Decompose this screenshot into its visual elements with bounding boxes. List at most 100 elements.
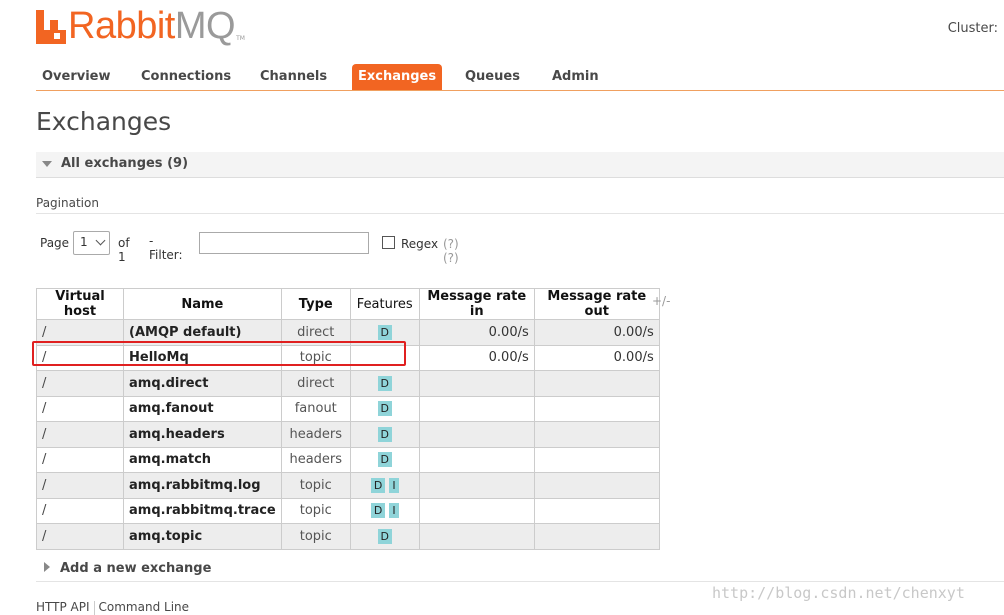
cell-virtual-host: /	[36, 472, 124, 499]
filter-input[interactable]	[199, 232, 369, 254]
cell-features: D	[349, 421, 420, 448]
cell-rate-out: 0.00/s	[533, 344, 660, 371]
cell-virtual-host: /	[36, 370, 124, 397]
cell-features: D	[349, 370, 420, 397]
table-row: / amq.headers headers D	[36, 421, 660, 448]
logo-text: RabbitMQ	[68, 5, 236, 47]
column-toggle[interactable]: +/-	[652, 294, 670, 308]
footer-link-http-api[interactable]: HTTP API	[36, 600, 90, 614]
exchange-name-link[interactable]: amq.rabbitmq.log	[123, 472, 282, 499]
tab-admin[interactable]: Admin	[552, 64, 599, 90]
cell-features: D	[349, 523, 420, 550]
table-row: / amq.topic topic D	[36, 523, 660, 550]
cell-rate-in	[418, 395, 535, 422]
cell-features: D	[349, 446, 420, 473]
col-type[interactable]: Type	[280, 288, 351, 320]
footer-link-command-line[interactable]: Command Line	[99, 600, 190, 614]
cell-rate-out: 0.00/s	[533, 319, 660, 346]
exchange-name-link[interactable]: amq.match	[123, 446, 282, 473]
col-rate-out[interactable]: Message rate out	[533, 288, 660, 320]
feature-badge: D	[370, 477, 386, 493]
feature-badge: D	[377, 375, 392, 391]
cell-rate-out	[533, 523, 660, 550]
cell-type: topic	[280, 497, 351, 524]
regex-checkbox[interactable]	[382, 236, 395, 249]
feature-badge: D	[370, 503, 386, 519]
col-name[interactable]: Name	[123, 288, 282, 320]
tab-queues[interactable]: Queues	[465, 64, 520, 90]
expand-triangle-icon	[44, 562, 50, 572]
cell-type: direct	[280, 370, 351, 397]
filter-label: - Filter:	[149, 234, 183, 262]
cell-type: fanout	[280, 395, 351, 422]
collapse-triangle-icon	[42, 161, 52, 167]
watermark: http://blog.csdn.net/chenxyt	[712, 584, 965, 602]
feature-badge: I	[389, 477, 399, 493]
cell-rate-in	[418, 446, 535, 473]
cell-rate-in	[418, 497, 535, 524]
tab-exchanges[interactable]: Exchanges	[352, 64, 443, 90]
feature-badge: D	[377, 426, 392, 442]
logo-trademark: TM	[236, 35, 245, 42]
exchange-name-link[interactable]: amq.fanout	[123, 395, 282, 422]
cell-rate-in: 0.00/s	[418, 319, 535, 346]
page-title: Exchanges	[36, 107, 172, 136]
col-features: Features	[349, 288, 420, 320]
tab-overview[interactable]: Overview	[42, 64, 111, 90]
table-row: / amq.rabbitmq.trace topic D I	[36, 497, 660, 524]
regex-label: Regex	[401, 237, 439, 251]
cell-type: topic	[280, 472, 351, 499]
add-exchange-toggle[interactable]: Add a new exchange	[44, 561, 211, 576]
tab-channels[interactable]: Channels	[260, 64, 327, 90]
cell-virtual-host: /	[36, 523, 124, 550]
main-nav: Overview Connections Channels Exchanges …	[36, 64, 1004, 91]
cell-rate-out	[533, 395, 660, 422]
rabbitmq-logo-icon	[36, 10, 66, 44]
page-select[interactable]: 1	[73, 231, 110, 255]
exchange-name-link[interactable]: amq.rabbitmq.trace	[123, 497, 282, 524]
cell-rate-in: 0.00/s	[418, 344, 535, 371]
table-row: / amq.fanout fanout D	[36, 395, 660, 422]
cell-rate-out	[533, 497, 660, 524]
rabbitmq-logo[interactable]: RabbitMQ TM	[36, 4, 245, 47]
cell-rate-in	[418, 472, 535, 499]
cell-type: headers	[280, 421, 351, 448]
table-row: / amq.direct direct D	[36, 370, 660, 397]
tab-connections[interactable]: Connections	[141, 64, 231, 90]
pagination-title: Pagination	[36, 196, 99, 210]
cell-rate-in	[418, 370, 535, 397]
cell-features: D	[349, 395, 420, 422]
page-label: Page	[40, 236, 70, 250]
footer: HTTP API Command Line	[36, 600, 189, 615]
section-title: All exchanges (9)	[61, 156, 189, 171]
table-row: / amq.rabbitmq.log topic D I	[36, 472, 660, 499]
exchange-name-link[interactable]: amq.topic	[123, 523, 282, 550]
feature-badge: D	[377, 452, 392, 468]
cell-rate-in	[418, 523, 535, 550]
cell-rate-in	[418, 421, 535, 448]
all-exchanges-section-toggle[interactable]: All exchanges (9)	[36, 152, 1004, 178]
col-rate-in[interactable]: Message rate in	[418, 288, 535, 320]
exchange-name-link[interactable]: amq.headers	[123, 421, 282, 448]
feature-badge: I	[389, 503, 399, 519]
cell-features: DI	[349, 472, 420, 499]
page-of-label: of 1	[118, 236, 130, 264]
divider	[36, 581, 1004, 582]
add-exchange-label: Add a new exchange	[60, 561, 212, 576]
cell-features: DI	[349, 497, 420, 524]
cell-rate-out	[533, 370, 660, 397]
exchange-name-link[interactable]: amq.direct	[123, 370, 282, 397]
cluster-label: Cluster:	[947, 21, 998, 36]
cell-rate-out	[533, 421, 660, 448]
chevron-down-icon	[95, 235, 106, 246]
regex-help-links[interactable]: (?)(?)	[443, 237, 459, 265]
cell-virtual-host: /	[36, 446, 124, 473]
cell-type: headers	[280, 446, 351, 473]
cell-rate-out	[533, 446, 660, 473]
cell-virtual-host: /	[36, 497, 124, 524]
col-virtual-host[interactable]: Virtual host	[36, 288, 124, 320]
feature-badge: D	[377, 401, 392, 417]
divider	[36, 213, 1004, 214]
feature-badge: D	[377, 528, 392, 544]
page-select-value: 1	[80, 235, 88, 249]
